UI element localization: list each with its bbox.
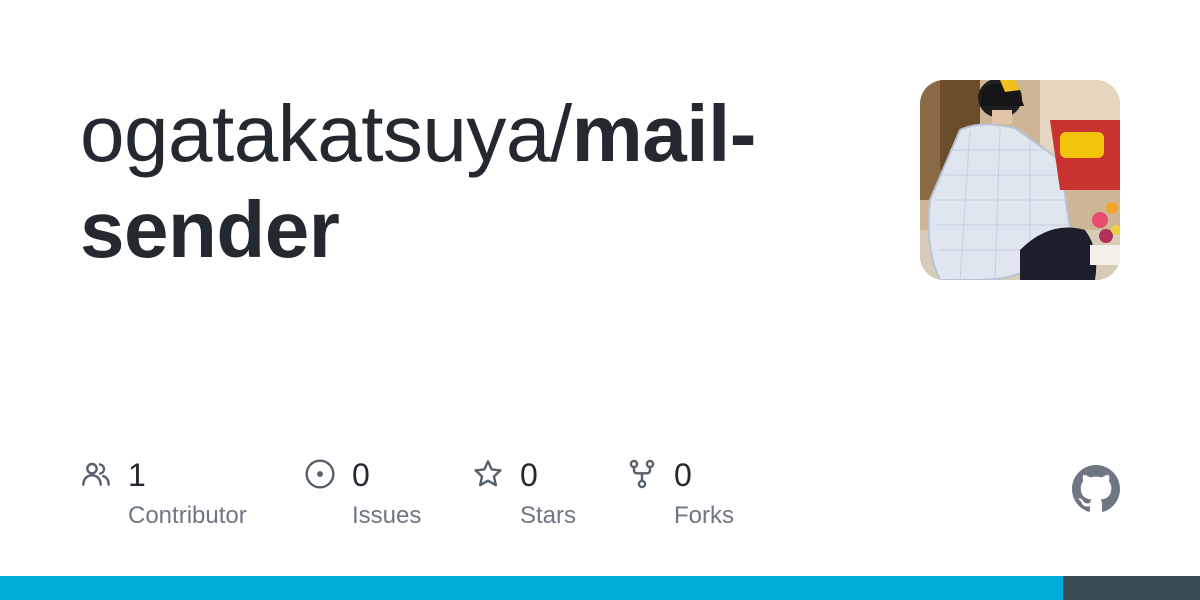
repo-title[interactable]: ogatakatsuya/mail-sender	[80, 86, 860, 278]
star-icon	[474, 460, 502, 487]
stars-count: 0	[520, 457, 538, 493]
contributor-count: 1	[128, 457, 146, 493]
language-bar-segment-secondary	[1063, 576, 1200, 600]
people-icon	[82, 462, 110, 486]
social-preview-card: ogatakatsuya/mail-sender 1 Contributor 0…	[0, 0, 1200, 600]
owner-avatar	[920, 80, 1120, 280]
stars-label: Stars	[520, 502, 577, 529]
contributor-label: Contributor	[128, 502, 247, 529]
language-bar	[0, 576, 1200, 600]
issue-opened-icon	[305, 459, 335, 489]
issues-count: 0	[352, 457, 370, 493]
avatar-photo	[920, 80, 1120, 280]
repo-owner[interactable]: ogatakatsuya/	[80, 89, 572, 178]
language-bar-segment-primary	[0, 576, 1064, 600]
github-logo-icon[interactable]	[1072, 465, 1120, 513]
forks-count: 0	[674, 457, 692, 493]
issues-label: Issues	[352, 502, 422, 529]
forks-label: Forks	[674, 502, 734, 529]
repo-forked-icon	[629, 459, 655, 489]
